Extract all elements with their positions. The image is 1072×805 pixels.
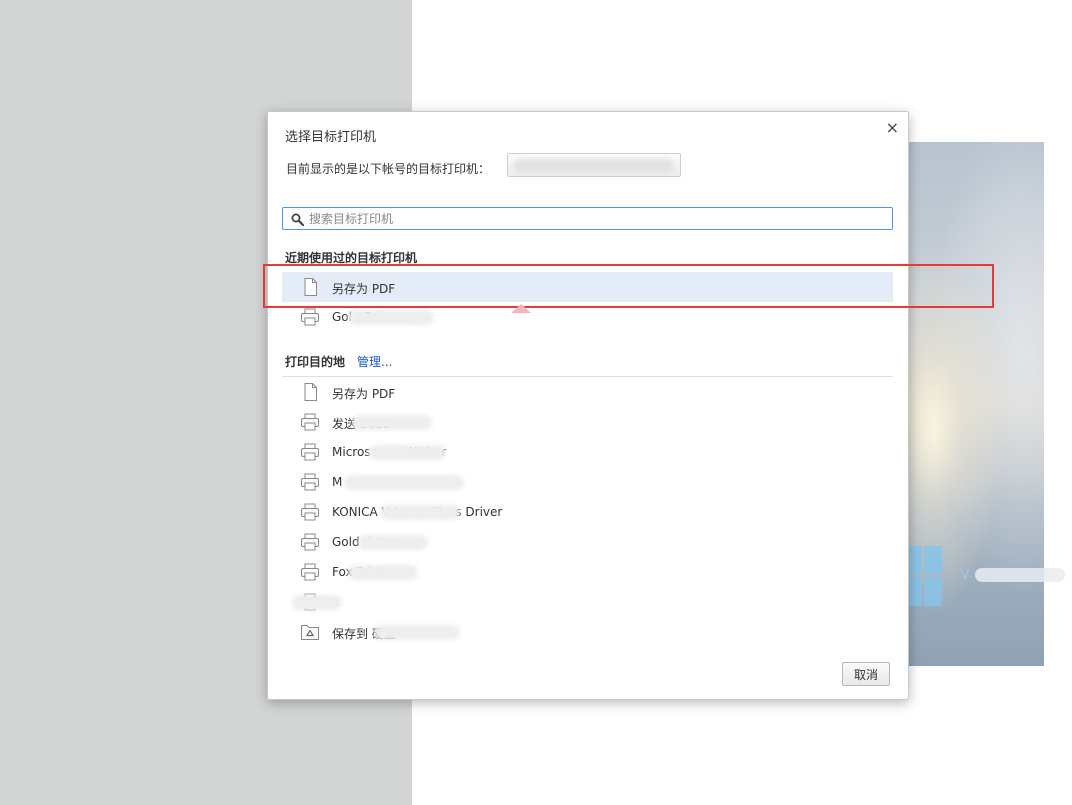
- pdf-document-icon: [304, 278, 317, 296]
- windows-logo-icon: [906, 546, 942, 608]
- recent-item-save-as-pdf[interactable]: 另存为 PDF: [282, 272, 893, 302]
- redacted-region: [374, 625, 460, 640]
- redacted-region: [380, 505, 460, 520]
- redacted-region: [358, 535, 428, 550]
- printer-icon: [301, 308, 319, 326]
- destination-item-google-drive[interactable]: 保存到 硬盘: [282, 617, 893, 647]
- redacted-region: [348, 310, 434, 325]
- redacted-region: [975, 568, 1065, 582]
- redacted-region: [348, 565, 418, 580]
- redacted-region: [292, 595, 342, 610]
- printer-icon: [301, 473, 319, 491]
- printer-icon: [301, 503, 319, 521]
- destination-item-printer[interactable]: Gold rinter: [282, 527, 893, 557]
- destination-item-label: M: [332, 475, 343, 489]
- printer-icon: [301, 413, 319, 431]
- destination-item-save-as-pdf[interactable]: 另存为 PDF: [282, 377, 893, 407]
- search-field[interactable]: [282, 207, 893, 230]
- annotation-pointer: [511, 304, 531, 313]
- redacted-region: [344, 475, 464, 490]
- search-input[interactable]: [309, 210, 879, 227]
- select-destination-dialog: 选择目标打印机 × 目前显示的是以下帐号的目标打印机： 近期使用过的目标打印机 …: [267, 111, 909, 700]
- destination-item-printer[interactable]: Micros ment Writer: [282, 437, 893, 467]
- cancel-button[interactable]: 取消: [842, 662, 890, 686]
- recent-destinations-heading: 近期使用过的目标打印机: [285, 251, 418, 265]
- destination-item-printer[interactable]: M: [282, 467, 893, 497]
- redacted-region: [514, 159, 674, 173]
- printer-icon: [301, 443, 319, 461]
- printer-icon: [301, 533, 319, 551]
- redacted-region: [368, 445, 446, 460]
- pdf-document-icon: [304, 383, 317, 401]
- redacted-region: [352, 415, 432, 430]
- windows-brand-mark: V: [960, 567, 970, 583]
- account-label: 目前显示的是以下帐号的目标打印机：: [286, 162, 491, 176]
- recent-item-printer[interactable]: Gol t Printer: [282, 302, 893, 332]
- destination-item-printer[interactable]: Fox Printer: [282, 557, 893, 587]
- destinations-heading: 打印目的地: [285, 355, 346, 369]
- manage-destinations-link[interactable]: 管理...: [357, 353, 392, 370]
- google-drive-icon: [301, 625, 319, 640]
- close-button[interactable]: ×: [886, 120, 899, 136]
- destination-item-printer[interactable]: x: [282, 587, 893, 617]
- search-icon: [291, 213, 304, 226]
- destination-item-printer[interactable]: 发送 2013: [282, 407, 893, 437]
- destination-item-label: 另存为 PDF: [332, 387, 396, 401]
- account-select[interactable]: [507, 153, 681, 177]
- recent-item-label: 另存为 PDF: [332, 282, 396, 296]
- printer-icon: [301, 563, 319, 581]
- destination-item-printer[interactable]: KONICA V Laser Class Driver: [282, 497, 893, 527]
- dialog-title: 选择目标打印机: [285, 130, 377, 145]
